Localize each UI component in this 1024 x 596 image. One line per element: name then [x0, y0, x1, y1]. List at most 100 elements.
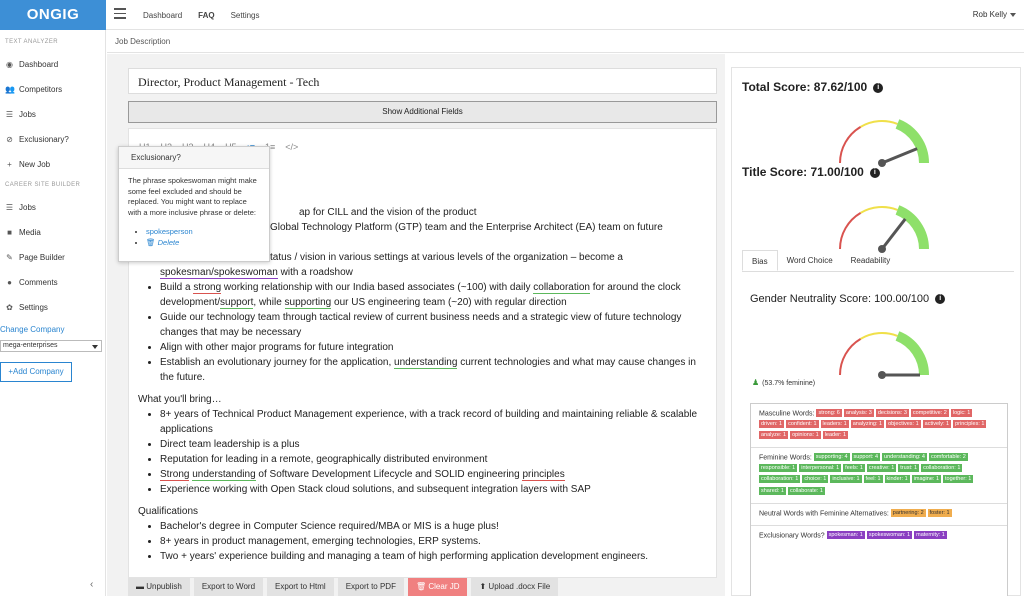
word-tag[interactable]: understanding: 4 [882, 453, 927, 462]
word-tag[interactable]: leaders: 1 [820, 420, 849, 429]
word-tag[interactable]: confident: 1 [786, 420, 819, 429]
word-tag[interactable]: feels: 1 [843, 464, 865, 473]
sidebar-item-dashboard[interactable]: ◉ Dashboard [0, 52, 105, 77]
list-item: Build a strong working relationship with… [160, 280, 708, 310]
word-tag[interactable]: strong: 6 [816, 409, 842, 417]
export-word-button[interactable]: Export to Word [193, 578, 264, 596]
word-tag[interactable]: analyze: 1 [759, 431, 789, 440]
word-tag[interactable]: choice: 1 [802, 475, 829, 484]
eye-slash-icon: ▬ [136, 582, 147, 591]
exclusionary-word[interactable]: spokesman/spokeswoman [160, 267, 278, 279]
editor-actions: ▬ Unpublish Export to Word Export to Htm… [128, 578, 559, 596]
add-company-button[interactable]: +Add Company [0, 362, 72, 382]
gender-neutrality-score: Gender Neutrality Score: 100.00/100 i [750, 293, 946, 305]
nav-faq[interactable]: FAQ [198, 11, 214, 20]
tab-bias[interactable]: Bias [742, 250, 778, 271]
word-tag[interactable]: collaborate: 1 [787, 486, 825, 495]
word-tag[interactable]: foster: 1 [927, 508, 952, 517]
tab-readability[interactable]: Readability [842, 250, 900, 271]
logo[interactable]: ONGIG [0, 0, 106, 30]
masculine-word[interactable]: Strong [160, 469, 190, 481]
word-tag[interactable]: analyzing: 1 [850, 420, 885, 429]
nav-dashboard[interactable]: Dashboard [143, 11, 182, 20]
sidebar-item-jobs[interactable]: ☰ Jobs [0, 102, 105, 127]
change-company-link[interactable]: Change Company [0, 320, 105, 340]
sidebar-item-label: Comments [19, 278, 58, 287]
info-icon[interactable]: i [935, 294, 946, 305]
word-tag[interactable]: creative: 1 [866, 464, 897, 473]
word-tag[interactable]: spokeswoman: 1 [866, 530, 913, 539]
word-tag[interactable]: supporting: 4 [813, 453, 850, 462]
info-icon[interactable]: i [873, 82, 884, 93]
upload-docx-button[interactable]: ⬆ Upload .docx File [471, 578, 559, 596]
word-tag[interactable]: competitive: 2 [910, 409, 949, 417]
collapse-sidebar-icon[interactable]: ‹ [90, 579, 93, 590]
masculine-word[interactable]: strong [193, 282, 222, 294]
company-select[interactable]: mega-enterprises [0, 340, 102, 352]
export-html-button[interactable]: Export to Html [267, 578, 334, 596]
sidebar-section-text-analyzer: TEXT ANALYZER [5, 39, 58, 45]
word-tag[interactable]: opinions: 1 [790, 431, 821, 440]
export-pdf-button[interactable]: Export to PDF [337, 578, 404, 596]
word-tag[interactable]: analysis: 3 [843, 409, 874, 417]
gauge-arc [860, 120, 898, 128]
word-tag[interactable]: imagine: 1 [911, 475, 942, 484]
word-tag[interactable]: inclusive: 1 [830, 475, 862, 484]
sidebar-item-comments[interactable]: ● Comments [0, 270, 105, 295]
word-tag[interactable]: decisions: 3 [875, 409, 909, 417]
clear-jd-button[interactable]: 🗑 Clear JD [407, 578, 468, 596]
word-tag[interactable]: principles: 1 [953, 420, 987, 429]
word-tag[interactable]: leader: 1 [822, 431, 849, 440]
word-tag[interactable]: kinder: 1 [884, 475, 910, 484]
feminine-word[interactable]: understanding [394, 357, 458, 369]
user-menu[interactable]: Rob Kelly [973, 10, 1016, 19]
score-panel: Total Score: 87.62/100 i Title Score: 71.… [731, 67, 1021, 596]
sidebar-item-media[interactable]: ■ Media [0, 220, 105, 245]
word-tag[interactable]: collaboration: 1 [759, 475, 801, 484]
list-item: Bachelor's degree in Computer Science re… [160, 519, 708, 534]
word-tag[interactable]: logic: 1 [950, 409, 973, 417]
sidebar-item-exclusionary[interactable]: ⊘ Exclusionary? [0, 127, 105, 152]
word-tag[interactable]: comfortable: 2 [929, 453, 968, 462]
word-tag[interactable]: together: 1 [943, 475, 974, 484]
feminine-word[interactable]: collaboration [533, 282, 590, 294]
gauge-arc [895, 119, 929, 164]
sidebar-item-competitors[interactable]: 👥 Competitors [0, 77, 105, 102]
word-tag[interactable]: collaboration: 1 [921, 464, 963, 473]
word-tag[interactable]: driven: 1 [759, 420, 785, 429]
job-title-input[interactable]: Director, Product Management - Tech [128, 68, 717, 94]
sidebar-item-jobs[interactable]: ☰ Jobs [0, 195, 105, 220]
feminine-word[interactable]: supporting [284, 297, 332, 309]
nav-settings[interactable]: Settings [231, 11, 260, 20]
code-icon[interactable]: </> [285, 142, 298, 152]
info-icon[interactable]: i [869, 167, 880, 178]
word-tag[interactable]: shared: 1 [759, 486, 786, 495]
unpublish-button[interactable]: ▬ Unpublish [128, 578, 190, 596]
word-tag[interactable]: interpersonal: 1 [799, 464, 842, 473]
hamburger-menu-icon[interactable] [114, 8, 126, 20]
delete-link[interactable]: Delete [158, 238, 180, 247]
feminine-word[interactable]: support [220, 297, 254, 309]
word-tag[interactable]: feel: 1 [863, 475, 883, 484]
tab-word-choice[interactable]: Word Choice [778, 250, 842, 271]
word-tag[interactable]: partnering: 2 [890, 508, 926, 517]
sidebar-item-page-builder[interactable]: ✎ Page Builder [0, 245, 105, 270]
word-tag[interactable]: maternity: 1 [914, 530, 947, 539]
gauge-needle [880, 218, 907, 250]
wrench-icon: ✎ [6, 253, 13, 262]
feminine-word[interactable]: understanding [192, 469, 256, 481]
word-tag[interactable]: actively: 1 [922, 420, 952, 429]
trash-icon: 🗑 [415, 582, 429, 591]
users-icon: 👥 [5, 85, 15, 94]
word-tag[interactable]: responsible: 1 [759, 464, 798, 473]
sidebar-item-settings[interactable]: ✿ Settings [0, 295, 105, 320]
title-score: Title Score: 71.00/100 i [742, 165, 880, 179]
word-tag[interactable]: objectives: 1 [886, 420, 921, 429]
sidebar-item-new-job[interactable]: + New Job [0, 152, 105, 177]
show-additional-fields-button[interactable]: Show Additional Fields [128, 101, 717, 123]
word-tag[interactable]: support: 4 [851, 453, 881, 462]
masculine-word[interactable]: principles [522, 469, 565, 481]
word-tag[interactable]: spokesman: 1 [826, 530, 865, 539]
word-tag[interactable]: trust: 1 [898, 464, 920, 473]
replace-suggestion-link[interactable]: spokesperson [146, 227, 193, 236]
